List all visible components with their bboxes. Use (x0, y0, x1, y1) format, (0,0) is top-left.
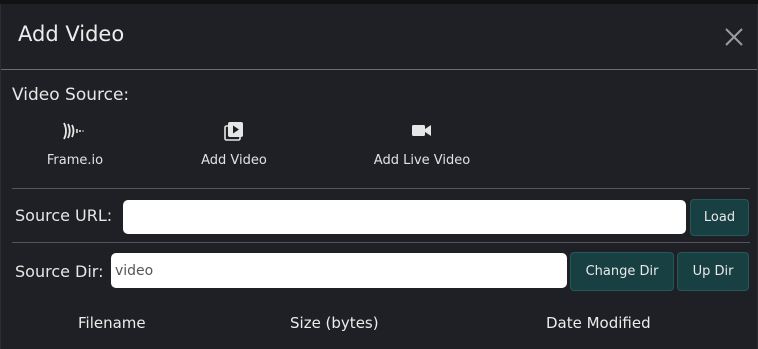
source-option-label: Frame.io (46, 153, 104, 168)
source-option-add-live-video[interactable]: Add Live Video (366, 120, 478, 168)
column-header-size[interactable]: Size (bytes) (290, 314, 379, 332)
video-play-icon (224, 122, 243, 141)
source-url-input[interactable] (123, 200, 686, 234)
up-dir-button[interactable]: Up Dir (677, 252, 749, 291)
source-url-label: Source URL: (15, 206, 113, 225)
source-option-label: Add Video (201, 153, 267, 168)
source-option-frameio[interactable]: Frame.io (41, 120, 109, 168)
dialog-header: Add Video (1, 4, 757, 70)
divider (12, 242, 750, 243)
source-dir-input[interactable] (111, 253, 567, 288)
frameio-icon (63, 122, 84, 140)
load-button[interactable]: Load (690, 199, 749, 236)
column-header-filename[interactable]: Filename (78, 314, 146, 332)
close-icon[interactable] (723, 26, 745, 48)
divider (12, 188, 750, 189)
video-source-label: Video Source: (12, 85, 130, 105)
source-dir-label: Source Dir: (15, 262, 104, 281)
dialog-title: Add Video (18, 22, 125, 46)
video-camera-icon (412, 125, 431, 136)
add-video-dialog: Add Video Video Source: Frame.io Add Vid… (0, 4, 758, 349)
source-option-add-video[interactable]: Add Video (194, 120, 274, 168)
source-option-label: Add Live Video (373, 153, 471, 168)
change-dir-button[interactable]: Change Dir (570, 252, 674, 291)
column-header-date-modified[interactable]: Date Modified (546, 314, 651, 332)
